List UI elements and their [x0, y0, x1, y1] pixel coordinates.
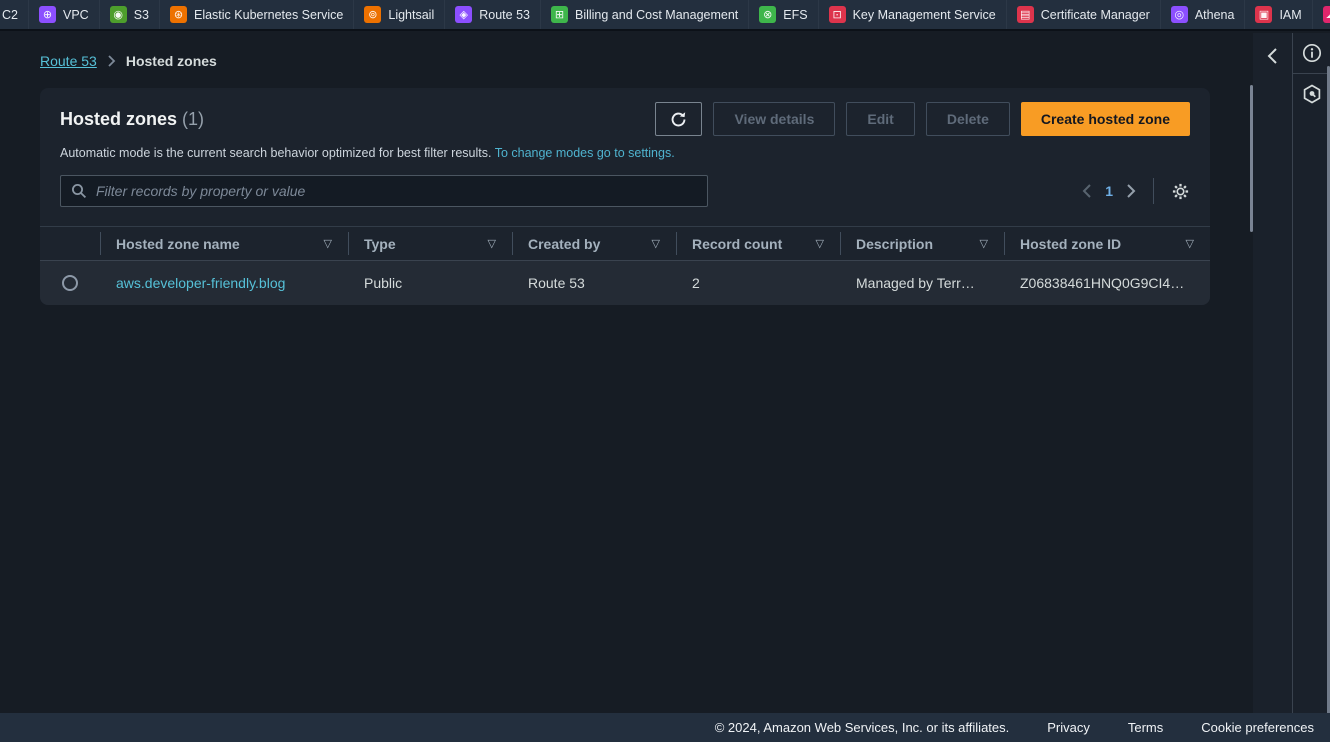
privacy-link[interactable]: Privacy: [1047, 720, 1090, 735]
settings-link[interactable]: To change modes go to settings.: [495, 146, 675, 160]
eks-icon: ⊛: [170, 6, 187, 23]
filter-triangle-icon[interactable]: ▽: [652, 237, 660, 250]
column-header-type[interactable]: Type ▽: [348, 227, 512, 260]
row-radio-button[interactable]: [62, 275, 78, 291]
main-content: Route 53 Hosted zones Hosted zones (1) V…: [0, 33, 1250, 713]
refresh-icon: [670, 111, 687, 128]
route53-icon: ◈: [455, 6, 472, 23]
create-hosted-zone-button[interactable]: Create hosted zone: [1021, 102, 1190, 136]
cell-record-count: 2: [676, 275, 840, 291]
favorite-lightsail[interactable]: ⊚ Lightsail: [354, 0, 445, 29]
lightsail-icon: ⊚: [364, 6, 381, 23]
favorite-eks[interactable]: ⊛ Elastic Kubernetes Service: [160, 0, 354, 29]
efs-icon: ⊗: [759, 6, 776, 23]
card-header: Hosted zones (1) View details Edit Delet…: [40, 88, 1210, 226]
cell-type: Public: [348, 275, 512, 291]
page-title: Hosted zones (1): [60, 102, 204, 136]
refresh-button[interactable]: [655, 102, 702, 136]
hosted-zones-table: Hosted zone name ▽ Type ▽ Created by ▽: [40, 226, 1210, 305]
column-header-description[interactable]: Description ▽: [840, 227, 1004, 260]
favorite-cloudtrail[interactable]: ☁ CloudTrail: [1313, 0, 1330, 29]
iam-icon: ▣: [1255, 6, 1272, 23]
cell-description: Managed by Terr…: [840, 275, 1004, 291]
filter-triangle-icon[interactable]: ▽: [816, 237, 824, 250]
current-page-number[interactable]: 1: [1105, 183, 1113, 199]
breadcrumb: Route 53 Hosted zones: [40, 53, 1250, 69]
billing-icon: ⊞: [551, 6, 568, 23]
breadcrumb-current: Hosted zones: [126, 53, 217, 69]
favorite-ec2[interactable]: C2: [0, 0, 29, 29]
column-header-created-by[interactable]: Created by ▽: [512, 227, 676, 260]
favorite-iam[interactable]: ▣ IAM: [1245, 0, 1312, 29]
selection-column-header: [40, 227, 100, 260]
table-preferences-button[interactable]: [1171, 182, 1190, 201]
favorite-vpc[interactable]: ⊕ VPC: [29, 0, 100, 29]
right-toolbar: [1292, 33, 1330, 713]
cell-hosted-zone-id: Z06838461HNQ0G9CI4…: [1004, 275, 1210, 291]
pagination: 1: [1082, 178, 1190, 204]
search-mode-description: Automatic mode is the current search beh…: [60, 146, 1190, 160]
cell-created-by: Route 53: [512, 275, 676, 291]
panel-collapse-button[interactable]: [1258, 41, 1288, 71]
workspace: Route 53 Hosted zones Hosted zones (1) V…: [0, 33, 1330, 713]
cloudtrail-icon: ☁: [1323, 6, 1330, 23]
help-panel-collapsed: [1253, 33, 1292, 713]
filter-search-box: [60, 175, 708, 207]
column-header-hosted-zone-name[interactable]: Hosted zone name ▽: [100, 227, 348, 260]
zone-count: (1): [182, 109, 204, 129]
breadcrumb-route53-link[interactable]: Route 53: [40, 53, 97, 69]
favorite-billing[interactable]: ⊞ Billing and Cost Management: [541, 0, 749, 29]
copyright-text: © 2024, Amazon Web Services, Inc. or its…: [715, 720, 1010, 735]
chevron-right-icon: [1125, 183, 1136, 199]
next-page-button[interactable]: [1125, 183, 1136, 199]
certificate-manager-icon: ▤: [1017, 6, 1034, 23]
hexagon-icon: [1302, 84, 1322, 104]
favorite-athena[interactable]: ◎ Athena: [1161, 0, 1246, 29]
gear-icon: [1171, 182, 1190, 201]
delete-button[interactable]: Delete: [926, 102, 1010, 136]
search-icon: [71, 183, 87, 199]
pagination-divider: [1153, 178, 1154, 204]
aws-console-screen: C2 ⊕ VPC ◉ S3 ⊛ Elastic Kubernetes Servi…: [0, 0, 1330, 742]
filter-triangle-icon[interactable]: ▽: [488, 237, 496, 250]
view-details-button[interactable]: View details: [713, 102, 835, 136]
filter-row: 1: [60, 175, 1190, 226]
column-header-record-count[interactable]: Record count ▽: [676, 227, 840, 260]
previous-page-button[interactable]: [1082, 183, 1093, 199]
terms-link[interactable]: Terms: [1128, 720, 1163, 735]
breadcrumb-chevron-icon: [107, 54, 116, 68]
filter-triangle-icon[interactable]: ▽: [980, 237, 988, 250]
edit-button[interactable]: Edit: [846, 102, 914, 136]
vpc-icon: ⊕: [39, 6, 56, 23]
filter-triangle-icon[interactable]: ▽: [1186, 237, 1194, 250]
cookie-preferences-link[interactable]: Cookie preferences: [1201, 720, 1314, 735]
kms-icon: ⊡: [829, 6, 846, 23]
s3-icon: ◉: [110, 6, 127, 23]
hexagon-panel-button[interactable]: [1293, 74, 1330, 114]
favorite-kms[interactable]: ⊡ Key Management Service: [819, 0, 1007, 29]
favorite-route53[interactable]: ◈ Route 53: [445, 0, 541, 29]
chevron-left-icon: [1082, 183, 1093, 199]
info-icon: [1302, 43, 1322, 63]
table-row[interactable]: aws.developer-friendly.blog Public Route…: [40, 260, 1210, 305]
favorite-certificate-manager[interactable]: ▤ Certificate Manager: [1007, 0, 1161, 29]
favorite-efs[interactable]: ⊗ EFS: [749, 0, 818, 29]
hosted-zones-card: Hosted zones (1) View details Edit Delet…: [40, 88, 1210, 305]
info-panel-button[interactable]: [1293, 33, 1330, 73]
favorite-s3[interactable]: ◉ S3: [100, 0, 160, 29]
column-header-hosted-zone-id[interactable]: Hosted zone ID ▽: [1004, 227, 1210, 260]
hosted-zone-name-link[interactable]: aws.developer-friendly.blog: [116, 275, 285, 291]
filter-input[interactable]: [96, 183, 697, 199]
favorites-bar: C2 ⊕ VPC ◉ S3 ⊛ Elastic Kubernetes Servi…: [0, 0, 1330, 31]
header-actions: View details Edit Delete Create hosted z…: [655, 102, 1190, 136]
chevron-left-icon: [1266, 47, 1279, 65]
table-header-row: Hosted zone name ▽ Type ▽ Created by ▽: [40, 226, 1210, 260]
athena-icon: ◎: [1171, 6, 1188, 23]
filter-triangle-icon[interactable]: ▽: [324, 237, 332, 250]
footer: © 2024, Amazon Web Services, Inc. or its…: [0, 713, 1330, 742]
